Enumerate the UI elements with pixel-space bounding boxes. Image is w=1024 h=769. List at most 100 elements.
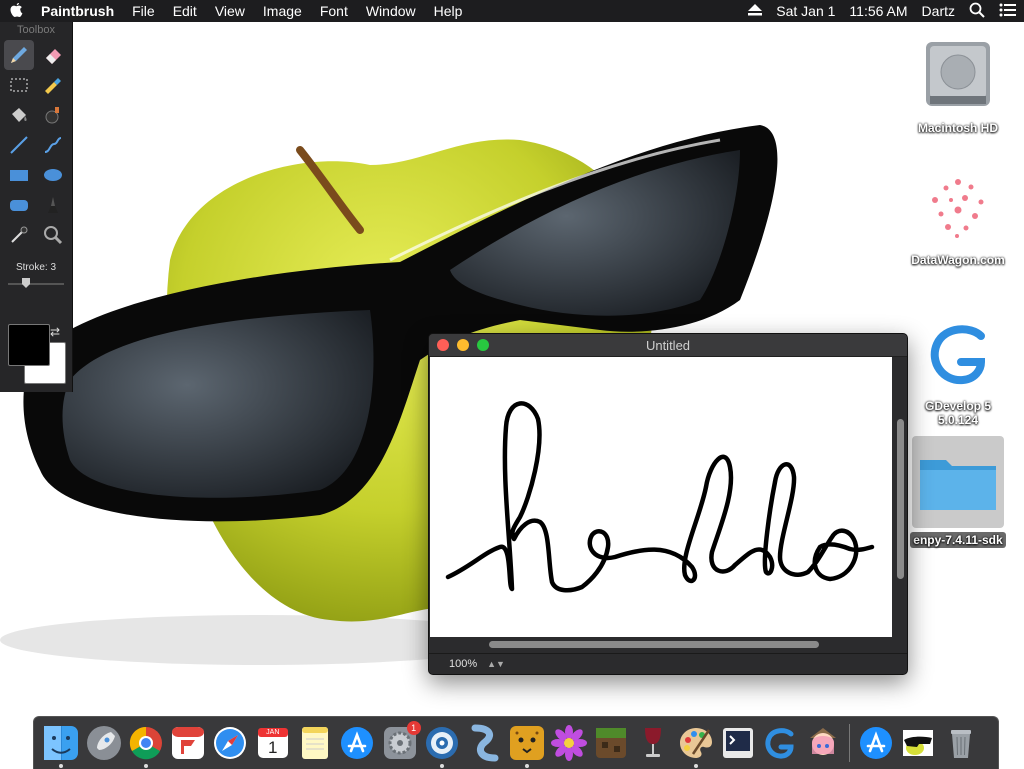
- menu-time[interactable]: 11:56 AM: [842, 3, 914, 19]
- radar-icon: [425, 727, 458, 759]
- dock-safari[interactable]: [211, 724, 249, 762]
- zoom-tool[interactable]: [38, 220, 68, 250]
- line-tool[interactable]: [4, 130, 34, 160]
- airbrush-tool[interactable]: [38, 100, 68, 130]
- menu-edit[interactable]: Edit: [164, 3, 206, 19]
- hard-drive-icon: [926, 42, 990, 106]
- anime-girl-icon: [809, 728, 836, 755]
- apple-icon: [10, 2, 23, 17]
- sunglasses-stack-icon: [903, 730, 934, 756]
- dock-wine[interactable]: [634, 724, 672, 762]
- dock-calendar[interactable]: JAN 1: [254, 724, 292, 762]
- dock-cheetah[interactable]: [508, 724, 546, 768]
- zoom-stepper-icon[interactable]: ▲▼: [487, 659, 505, 669]
- curve-icon: [44, 137, 62, 153]
- menu-date[interactable]: Sat Jan 1: [769, 3, 842, 19]
- vertical-scrollbar[interactable]: [897, 419, 904, 579]
- menu-bar: Paintbrush File Edit View Image Font Win…: [0, 0, 1024, 22]
- desktop-icon-enpy-sdk[interactable]: enpy-7.4.11-sdk: [903, 436, 1013, 548]
- swap-colors-icon[interactable]: ⇄: [50, 325, 60, 339]
- brush-icon: [48, 197, 58, 213]
- desktop-icon-macintosh-hd[interactable]: Macintosh HD: [903, 34, 1013, 135]
- script-scroll-icon: [471, 724, 499, 762]
- dock-paintbrush[interactable]: [677, 724, 715, 768]
- horizontal-scrollbar[interactable]: [489, 641, 819, 648]
- ellipse-tool[interactable]: [38, 160, 68, 190]
- dock-trash[interactable]: [942, 724, 980, 762]
- text-tool[interactable]: [38, 70, 68, 100]
- apple-menu[interactable]: [0, 2, 32, 21]
- rectangle-icon: [10, 170, 28, 181]
- terminal-icon: [723, 728, 754, 758]
- gdevelop-icon: [930, 325, 986, 385]
- stroke-slider[interactable]: [8, 277, 64, 291]
- menu-help[interactable]: Help: [425, 3, 472, 19]
- menu-file[interactable]: File: [123, 3, 164, 19]
- app-store-icon: [859, 727, 892, 759]
- toolbox-panel: Toolbox Stroke: 3 ⇄: [0, 22, 73, 392]
- text-marker-icon: [45, 78, 61, 94]
- dock-anime-app[interactable]: [804, 724, 842, 762]
- curve-tool[interactable]: [38, 130, 68, 160]
- window-statusbar: 100% ▲▼: [429, 653, 907, 674]
- dock-desktop-stack[interactable]: [899, 724, 937, 762]
- menu-window[interactable]: Window: [357, 3, 425, 19]
- desktop-icon-label: GDevelop 5 5.0.124: [924, 399, 992, 427]
- dock-flower[interactable]: [550, 724, 588, 762]
- menu-font[interactable]: Font: [311, 3, 357, 19]
- dock: JAN 1 1: [33, 716, 999, 769]
- brush-tool[interactable]: [38, 190, 68, 220]
- eraser-icon: [46, 49, 61, 64]
- foreground-color-well[interactable]: [8, 324, 50, 366]
- magnifier-icon: [44, 226, 63, 245]
- document-window: Untitled 100% ▲▼: [428, 333, 908, 675]
- folder-icon: [920, 460, 996, 510]
- eraser-tool[interactable]: [38, 40, 68, 70]
- wine-glass-icon: [645, 728, 662, 757]
- app-store-icon: [341, 727, 374, 759]
- calendar-month: JAN: [266, 729, 280, 736]
- pencil-tool[interactable]: [4, 40, 34, 70]
- dock-minecraft[interactable]: [592, 724, 630, 762]
- dock-fantastical[interactable]: [169, 724, 207, 762]
- drawing-canvas[interactable]: [430, 357, 892, 637]
- menu-app-name[interactable]: Paintbrush: [32, 3, 123, 19]
- eject-icon[interactable]: [741, 3, 769, 19]
- dock-launchpad[interactable]: [85, 724, 123, 762]
- notes-icon: [302, 727, 329, 759]
- eyedropper-tool[interactable]: [4, 220, 34, 250]
- eyedropper-icon: [11, 226, 28, 243]
- desktop-icon-label: DataWagon.com: [911, 253, 1005, 267]
- dock-app-store-folder[interactable]: [857, 724, 895, 762]
- dock-script-editor[interactable]: [465, 724, 503, 762]
- dock-chrome[interactable]: [127, 724, 165, 768]
- dock-system-preferences[interactable]: 1: [381, 721, 421, 762]
- menu-image[interactable]: Image: [254, 3, 311, 19]
- dock-notes[interactable]: [296, 724, 334, 762]
- rectangle-tool[interactable]: [4, 160, 34, 190]
- ellipse-icon: [44, 169, 62, 181]
- desktop-icon-gdevelop[interactable]: GDevelop 5 5.0.124: [903, 318, 1013, 427]
- zoom-level[interactable]: 100%: [449, 658, 477, 670]
- paint-bucket-tool[interactable]: [4, 100, 34, 130]
- dock-network-radar[interactable]: [423, 724, 461, 768]
- chrome-icon: [129, 726, 162, 760]
- airbrush-icon: [45, 107, 59, 124]
- search-icon[interactable]: [962, 2, 992, 21]
- dock-gdevelop[interactable]: [761, 724, 799, 762]
- desktop-icon-datawagon[interactable]: DataWagon.com: [903, 172, 1013, 267]
- list-icon[interactable]: [992, 3, 1024, 20]
- stroke-slider-knob[interactable]: [22, 278, 30, 288]
- dock-terminal[interactable]: [719, 724, 757, 762]
- flag-calendar-icon: [172, 727, 205, 759]
- rounded-rectangle-tool[interactable]: [4, 190, 34, 220]
- menu-user[interactable]: Dartz: [915, 3, 962, 19]
- datawagon-icon: [932, 179, 984, 238]
- menu-view[interactable]: View: [206, 3, 254, 19]
- dock-app-store[interactable]: [338, 724, 376, 762]
- calendar-day: 1: [268, 738, 278, 757]
- selection-tool[interactable]: [4, 70, 34, 100]
- window-titlebar[interactable]: Untitled: [429, 334, 907, 357]
- dock-finder[interactable]: [42, 724, 80, 768]
- flower-icon: [550, 725, 587, 761]
